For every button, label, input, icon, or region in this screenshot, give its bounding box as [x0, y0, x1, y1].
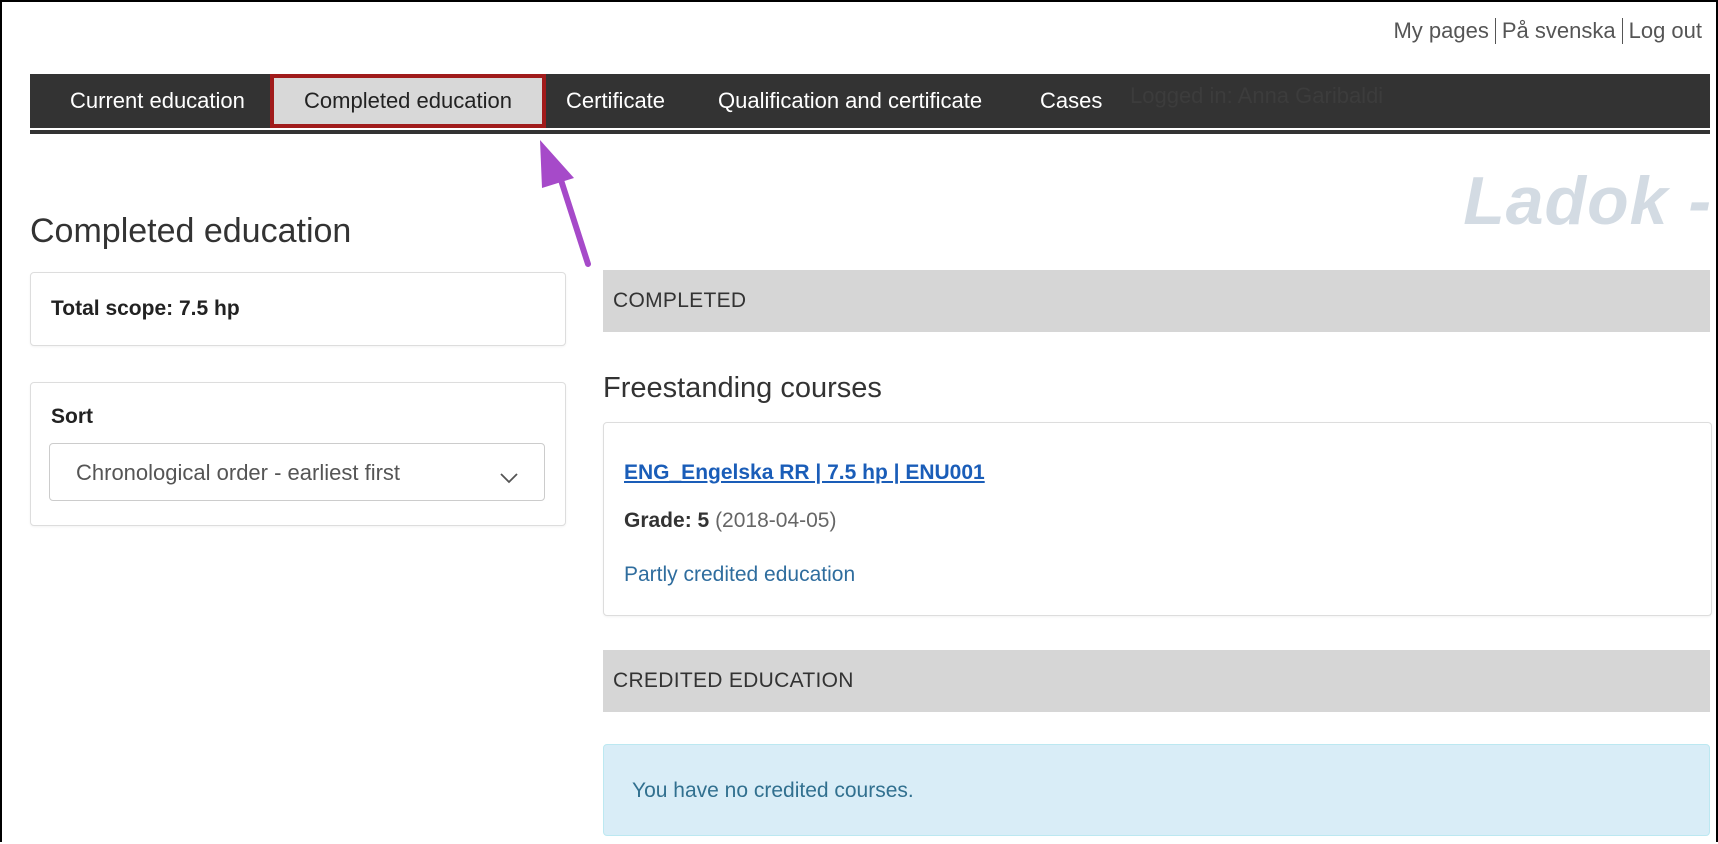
chevron-down-icon	[500, 464, 518, 490]
sort-selected-value: Chronological order - earliest first	[76, 460, 401, 485]
tab-qualification-and-certificate[interactable]: Qualification and certificate	[718, 74, 982, 128]
page-frame: My pages På svenska Log out Current educ…	[0, 0, 1718, 842]
sort-select[interactable]: Chronological order - earliest first	[49, 443, 545, 501]
credited-section-header: CREDITED EDUCATION	[603, 650, 1710, 712]
logged-in-text: Logged in: Anna Garibaldi	[1130, 83, 1384, 108]
grade-value: 5	[697, 509, 710, 532]
course-card: ENG_Engelska RR | 7.5 hp | ENU001 Grade:…	[603, 422, 1712, 616]
swedish-link[interactable]: På svenska	[1494, 18, 1622, 44]
freestanding-courses-heading: Freestanding courses	[603, 372, 882, 404]
no-credited-text: You have no credited courses.	[632, 779, 914, 802]
brand-watermark: Ladok -	[1463, 163, 1712, 239]
sort-label: Sort	[51, 405, 93, 428]
completed-section-header: COMPLETED	[603, 270, 1710, 332]
page-title: Completed education	[30, 212, 352, 250]
grade-line: Grade: 5 (2018-04-05)	[624, 509, 836, 533]
total-scope: Total scope: 7.5 hp	[51, 297, 240, 320]
no-credited-info: You have no credited courses.	[603, 744, 1710, 836]
my-pages-link[interactable]: My pages	[1387, 18, 1494, 44]
log-out-link[interactable]: Log out	[1621, 18, 1708, 44]
scope-panel: Total scope: 7.5 hp	[30, 272, 566, 346]
course-link[interactable]: ENG_Engelska RR | 7.5 hp | ENU001	[624, 461, 985, 485]
sort-panel: Sort Chronological order - earliest firs…	[30, 382, 566, 526]
nav-underline	[30, 130, 1710, 134]
tab-certificate[interactable]: Certificate	[566, 74, 665, 128]
grade-label: Grade:	[624, 509, 692, 532]
tab-completed-education[interactable]: Completed education	[270, 74, 546, 128]
tab-cases[interactable]: Cases	[1040, 74, 1102, 128]
tab-current-education[interactable]: Current education	[70, 74, 245, 128]
grade-date: (2018-04-05)	[715, 509, 837, 532]
main-nav: Current education Completed education Ce…	[30, 74, 1710, 128]
partly-credited-link[interactable]: Partly credited education	[624, 563, 855, 587]
top-links: My pages På svenska Log out	[1387, 18, 1708, 44]
